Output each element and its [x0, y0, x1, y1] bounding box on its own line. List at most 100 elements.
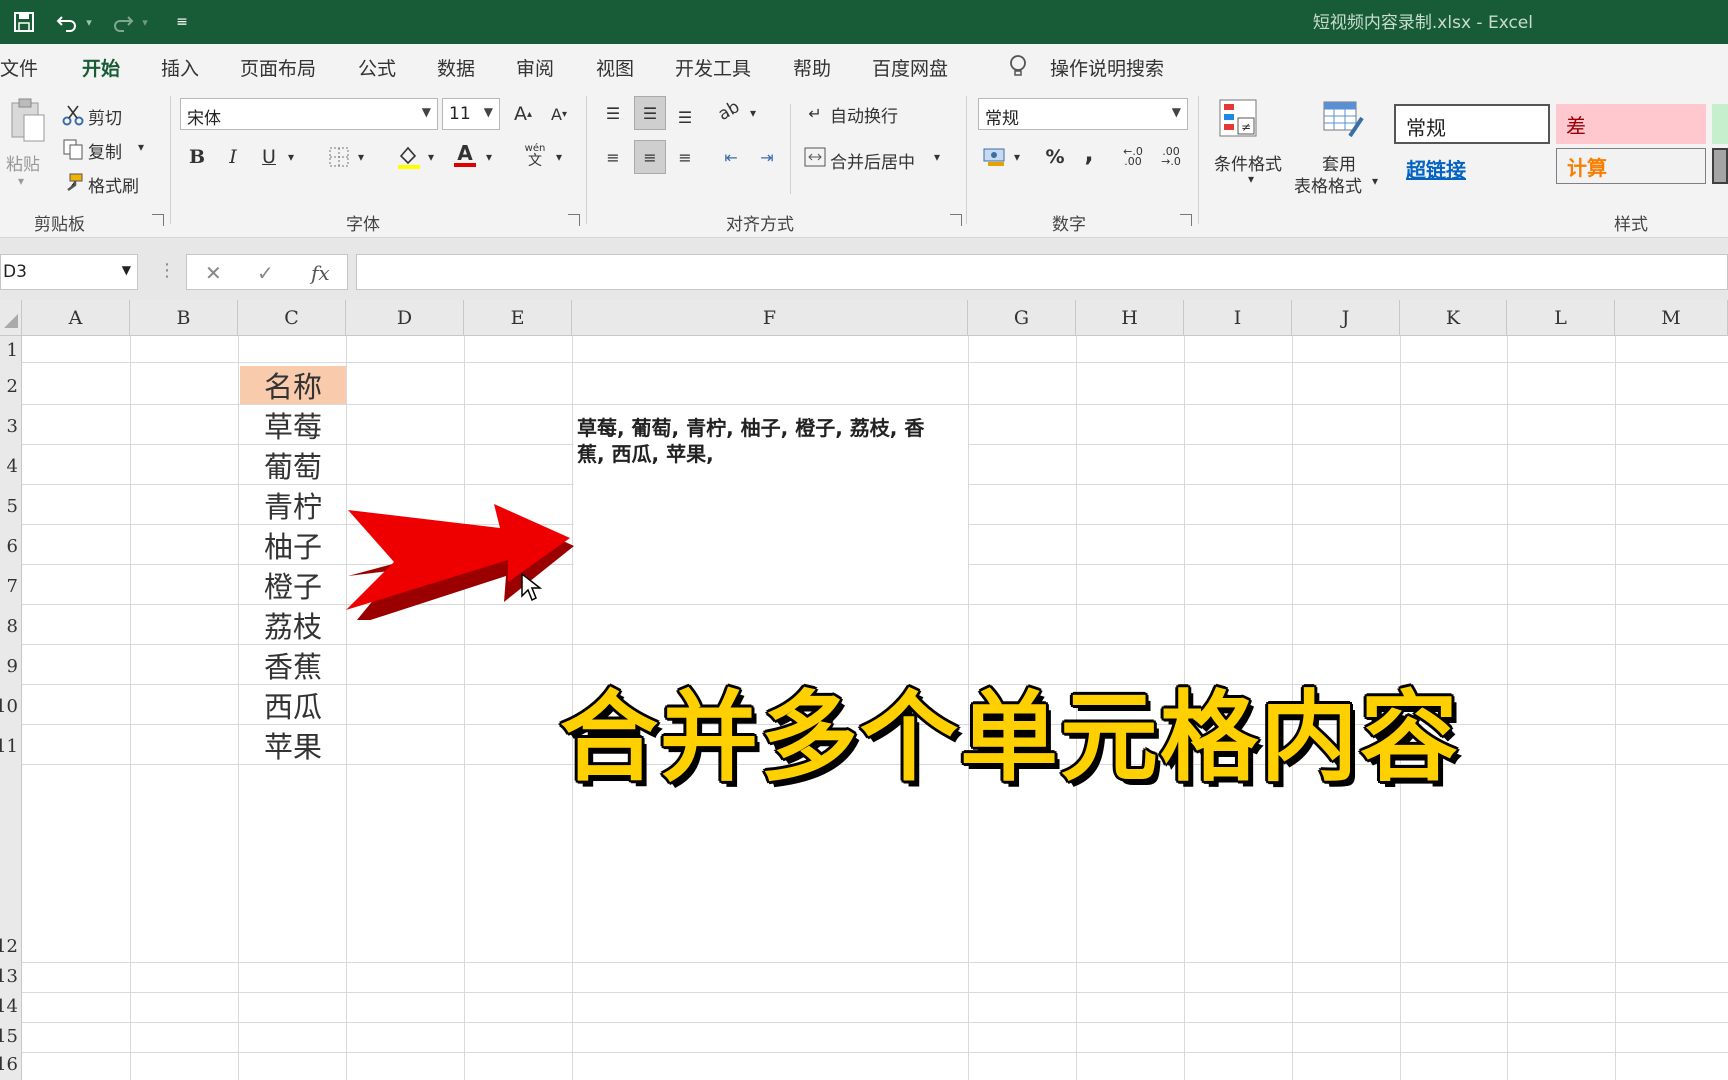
cell-c2[interactable]: 名称	[240, 364, 346, 406]
cell-c11[interactable]: 苹果	[240, 724, 346, 766]
row-header-9[interactable]: 9	[0, 656, 22, 677]
percent-button[interactable]: %	[1040, 142, 1070, 172]
copy-button[interactable]: 复制	[88, 138, 122, 163]
align-right-icon[interactable]: ≡	[670, 142, 700, 172]
cell-c3[interactable]: 草莓	[240, 404, 346, 446]
select-all-corner[interactable]	[0, 300, 22, 336]
cell-c5[interactable]: 青柠	[240, 484, 346, 526]
scissors-icon[interactable]	[58, 100, 88, 130]
row-header-16[interactable]: 16	[0, 1054, 22, 1075]
tab-baidu-netdisk[interactable]: 百度网盘	[872, 54, 948, 81]
font-color-dropdown-icon[interactable]: ▾	[486, 150, 492, 164]
style-normal[interactable]: 常规	[1394, 104, 1550, 144]
underline-dropdown-icon[interactable]: ▾	[288, 150, 294, 164]
row-header-4[interactable]: 4	[0, 456, 22, 477]
merge-center-icon[interactable]	[800, 142, 830, 172]
format-painter-icon[interactable]	[58, 168, 88, 198]
font-name-dropdown-icon[interactable]: ▼	[422, 105, 431, 119]
cell-f4[interactable]: 草莓, 葡萄, 青柠, 柚子, 橙子, 荔枝, 香蕉, 西瓜, 苹果,	[577, 415, 951, 467]
alignment-launcher-icon[interactable]	[950, 214, 962, 226]
middle-align-icon[interactable]: ☰	[634, 96, 666, 130]
wrap-text-icon[interactable]: ↵	[800, 98, 830, 128]
increase-font-icon[interactable]: A ▴	[508, 99, 538, 129]
copy-icon[interactable]	[58, 134, 88, 164]
name-box-dropdown-icon[interactable]: ▼	[122, 263, 131, 277]
row-header-6[interactable]: 6	[0, 536, 22, 557]
borders-dropdown-icon[interactable]: ▾	[358, 150, 364, 164]
italic-button[interactable]: I	[218, 142, 248, 172]
font-color-icon[interactable]: A	[450, 140, 480, 170]
cancel-icon[interactable]: ✕	[205, 261, 222, 285]
formula-bar-grip-icon[interactable]: ⋮	[158, 260, 176, 281]
tab-view[interactable]: 视图	[596, 54, 634, 81]
cell-c7[interactable]: 橙子	[240, 564, 346, 606]
paste-button[interactable]: 粘贴	[6, 150, 40, 175]
orientation-dropdown-icon[interactable]: ▾	[750, 106, 756, 120]
insert-function-icon[interactable]: fx	[311, 261, 330, 285]
underline-button[interactable]: U	[254, 142, 284, 172]
fill-color-icon[interactable]	[394, 142, 424, 172]
align-left-icon[interactable]: ≡	[598, 142, 628, 172]
formula-input[interactable]	[356, 254, 1728, 290]
font-launcher-icon[interactable]	[568, 214, 580, 226]
cell-c10[interactable]: 西瓜	[240, 684, 346, 726]
phonetic-icon[interactable]: wén 文	[520, 140, 550, 170]
tab-developer[interactable]: 开发工具	[675, 54, 751, 81]
row-header-13[interactable]: 13	[0, 966, 22, 987]
style-check-cell-partial[interactable]	[1712, 148, 1728, 184]
tab-home[interactable]: 开始	[82, 54, 121, 89]
row-header-10[interactable]: 10	[0, 696, 22, 717]
font-size-dropdown-icon[interactable]: ▼	[484, 105, 493, 119]
bold-button[interactable]: B	[182, 142, 212, 172]
redo-dropdown-icon[interactable]: ▾	[138, 8, 152, 36]
font-name-combo[interactable]: 宋体 ▼	[180, 98, 438, 130]
paste-dropdown-icon[interactable]: ▾	[18, 174, 24, 188]
tab-data[interactable]: 数据	[437, 54, 475, 81]
row-header-14[interactable]: 14	[0, 996, 22, 1017]
lightbulb-icon[interactable]	[1008, 54, 1028, 83]
row-header-3[interactable]: 3	[0, 416, 22, 437]
column-header-b[interactable]: B	[130, 300, 238, 336]
format-as-table-icon[interactable]	[1318, 94, 1366, 142]
accounting-dropdown-icon[interactable]: ▾	[1014, 150, 1020, 164]
tab-page-layout[interactable]: 页面布局	[240, 54, 316, 81]
row-header-2[interactable]: 2	[0, 376, 22, 397]
tab-file[interactable]: 文件	[0, 54, 38, 81]
column-header-d[interactable]: D	[346, 300, 464, 336]
cell-c6[interactable]: 柚子	[240, 524, 346, 566]
borders-icon[interactable]	[324, 142, 354, 172]
merge-dropdown-icon[interactable]: ▾	[934, 150, 940, 164]
number-format-combo[interactable]: 常规 ▼	[978, 98, 1188, 130]
accounting-format-icon[interactable]	[980, 142, 1010, 172]
decrease-decimal-icon[interactable]: .00 →.0	[1156, 142, 1186, 172]
row-header-12[interactable]: 12	[0, 936, 22, 957]
clipboard-launcher-icon[interactable]	[152, 214, 164, 226]
conditional-dropdown-icon[interactable]: ▾	[1248, 172, 1254, 186]
row-header-5[interactable]: 5	[0, 496, 22, 517]
row-header-7[interactable]: 7	[0, 576, 22, 597]
column-header-h[interactable]: H	[1076, 300, 1184, 336]
bottom-align-icon[interactable]: ☰	[670, 102, 700, 132]
column-header-f[interactable]: F	[572, 300, 968, 336]
undo-dropdown-icon[interactable]: ▾	[82, 8, 96, 36]
font-size-combo[interactable]: 11 ▼	[442, 98, 500, 130]
name-box[interactable]: D3 ▼	[0, 254, 138, 290]
merge-center-button[interactable]: 合并后居中	[830, 148, 915, 173]
wrap-text-button[interactable]: 自动换行	[830, 102, 898, 127]
column-header-g[interactable]: G	[968, 300, 1076, 336]
row-header-8[interactable]: 8	[0, 616, 22, 637]
cut-button[interactable]: 剪切	[88, 104, 122, 129]
decrease-font-icon[interactable]: A ▾	[544, 99, 574, 129]
column-header-a[interactable]: A	[22, 300, 130, 336]
tell-me-search[interactable]: 操作说明搜索	[1050, 54, 1164, 81]
column-header-c[interactable]: C	[238, 300, 346, 336]
column-header-l[interactable]: L	[1507, 300, 1615, 336]
style-bad[interactable]: 差	[1556, 104, 1706, 144]
conditional-formatting-icon[interactable]: ≠	[1214, 94, 1262, 142]
row-header-15[interactable]: 15	[0, 1026, 22, 1047]
tab-insert[interactable]: 插入	[161, 54, 199, 81]
style-hyperlink[interactable]: 超链接	[1396, 148, 1550, 188]
top-align-icon[interactable]: ☰	[598, 98, 628, 128]
number-format-dropdown-icon[interactable]: ▼	[1172, 105, 1181, 119]
align-center-icon[interactable]: ≡	[634, 140, 666, 174]
